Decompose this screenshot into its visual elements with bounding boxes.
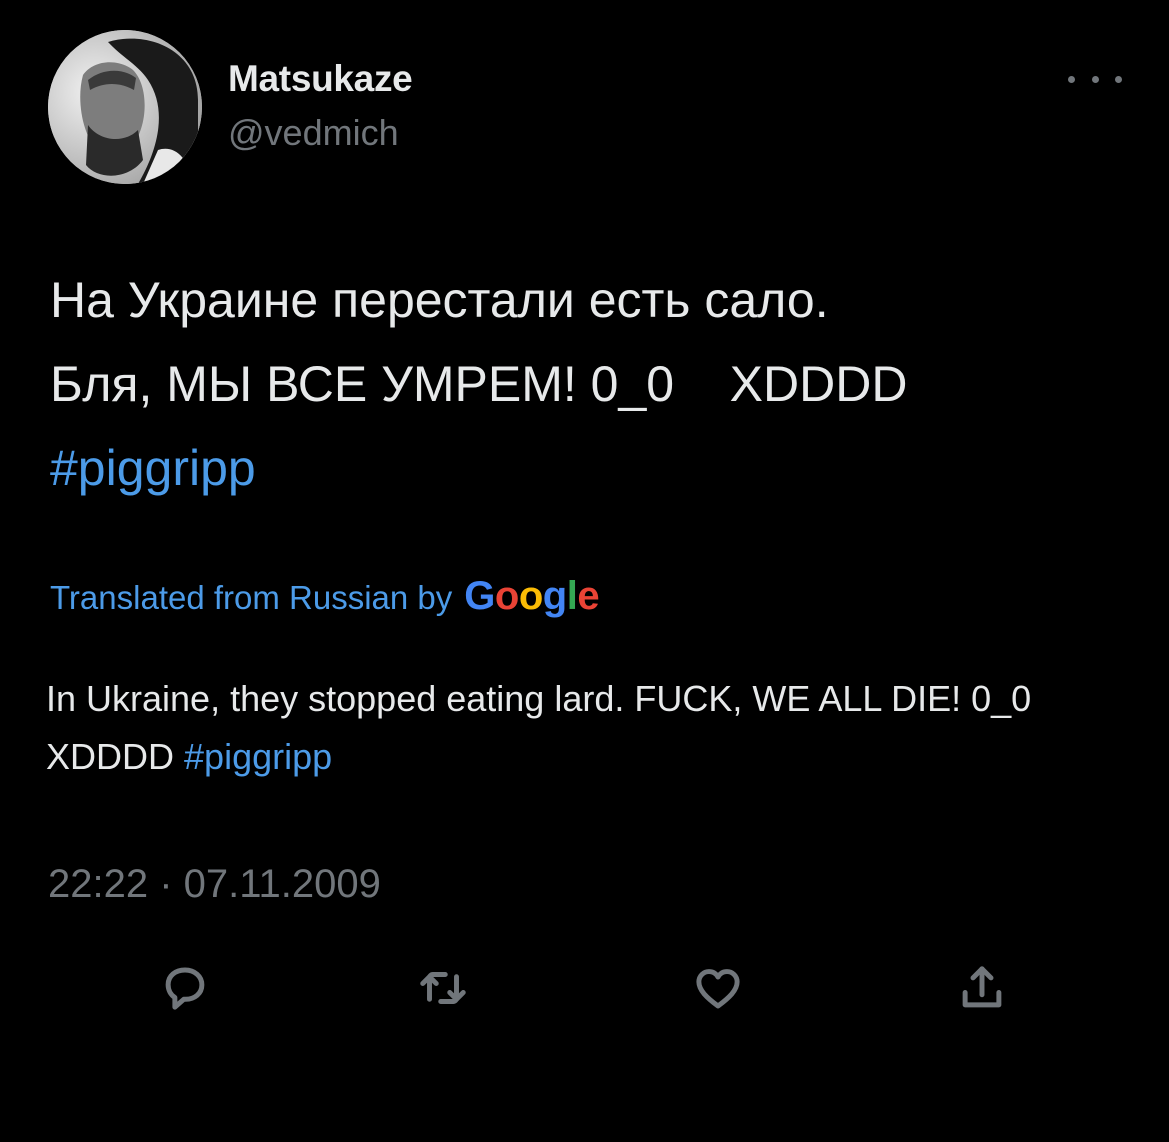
translation-attribution[interactable]: Translated from Russian by Google: [50, 574, 600, 619]
tweet-text: На Украине перестали есть сало. Бля, МЫ …: [50, 258, 1140, 510]
reply-button[interactable]: [155, 958, 215, 1018]
share-icon: [962, 966, 1002, 1008]
more-dot: [1091, 75, 1099, 83]
translated-text: In Ukraine, they stopped eating lard. FU…: [46, 670, 1126, 786]
translation-label: Translated from Russian by: [50, 579, 453, 616]
avatar-photo: [48, 30, 202, 184]
tweet-line-1: На Украине перестали есть сало.: [50, 272, 829, 328]
more-dot: [1115, 75, 1122, 83]
more-options-icon[interactable]: [1068, 62, 1122, 96]
retweet-button[interactable]: [413, 958, 473, 1018]
display-name[interactable]: Matsukaze: [228, 58, 413, 100]
tweet-line-2: Бля, МЫ ВСЕ УМРЕМ! 0_0 XDDDD: [50, 356, 908, 412]
retweet-icon: [420, 972, 466, 1004]
tweet-hashtag-link[interactable]: #piggripp: [50, 440, 256, 496]
like-button[interactable]: [688, 958, 748, 1018]
more-dot: [1068, 75, 1075, 83]
translated-hashtag-link[interactable]: #piggripp: [184, 736, 332, 777]
avatar[interactable]: [48, 30, 202, 184]
google-logo: Google: [464, 574, 600, 618]
tweet-timestamp[interactable]: 22:22 · 07.11.2009: [48, 862, 381, 907]
user-handle[interactable]: @vedmich: [228, 112, 399, 154]
share-button[interactable]: [952, 958, 1012, 1018]
reply-icon: [165, 967, 205, 1010]
like-icon: [696, 969, 740, 1009]
